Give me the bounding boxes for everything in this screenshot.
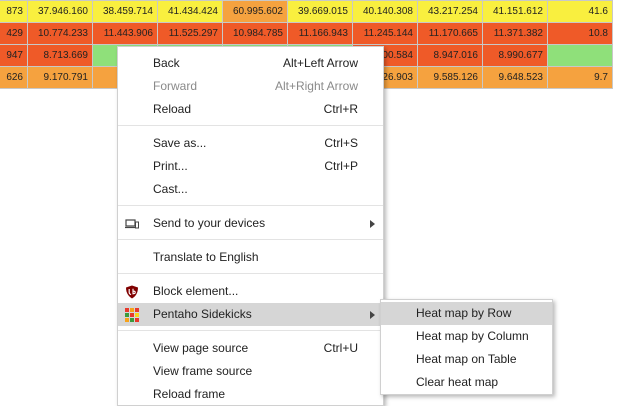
heatmap-cell: 9.648.523 <box>482 66 548 89</box>
heatmap-cell: 11.371.382 <box>482 22 548 45</box>
heatmap-cell: 9.170.791 <box>27 66 93 89</box>
chevron-right-icon <box>370 220 375 228</box>
heatmap-cell <box>547 44 613 67</box>
back-shortcut: Alt+Left Arrow <box>282 56 358 70</box>
heatmap-row: 873 37.946.160 38.459.714 41.434.424 60.995.… <box>0 0 613 23</box>
context-menu: Back Alt+Left Arrow Forward Alt+Right Ar… <box>117 46 384 406</box>
block-element-label: Block element... <box>153 284 239 298</box>
heatmap-row: 429 10.774.233 11.443.906 11.525.297 10.984.… <box>0 22 613 45</box>
heat-map-by-column-label: Heat map by Column <box>416 329 529 343</box>
heatmap-cell: 11.443.906 <box>92 22 158 45</box>
back-menu-item[interactable]: Back Alt+Left Arrow <box>118 52 383 75</box>
heatmap-cell: 626 <box>0 66 28 89</box>
menu-separator <box>118 273 383 274</box>
menu-separator <box>118 239 383 240</box>
translate-label: Translate to English <box>153 250 259 264</box>
heatmap-cell: 41.434.424 <box>157 0 223 23</box>
reload-frame-menu-item[interactable]: Reload frame <box>118 383 383 406</box>
heatmap-cell: 11.525.297 <box>157 22 223 45</box>
menu-separator <box>118 125 383 126</box>
reload-menu-item[interactable]: Reload Ctrl+R <box>118 98 383 121</box>
heat-map-by-column-item[interactable]: Heat map by Column <box>381 325 552 348</box>
forward-label: Forward <box>153 79 198 93</box>
heatmap-cell: 947 <box>0 44 28 67</box>
heatmap-cell: 43.217.254 <box>417 0 483 23</box>
heatmap-cell: 9.7 <box>547 66 613 89</box>
block-element-menu-item[interactable]: Block element... <box>118 280 383 303</box>
heatmap-cell: 11.245.144 <box>352 22 418 45</box>
translate-menu-item[interactable]: Translate to English <box>118 246 383 269</box>
back-label: Back <box>153 56 180 70</box>
heatmap-cell: 873 <box>0 0 28 23</box>
heatmap-cell: 38.459.714 <box>92 0 158 23</box>
send-to-devices-menu-item[interactable]: Send to your devices <box>118 212 383 235</box>
chevron-right-icon <box>370 311 375 319</box>
reload-label: Reload <box>153 102 192 116</box>
save-as-shortcut: Ctrl+S <box>324 136 358 150</box>
heatmap-cell: 40.140.308 <box>352 0 418 23</box>
cast-menu-item[interactable]: Cast... <box>118 178 383 201</box>
view-page-source-shortcut: Ctrl+U <box>323 341 358 355</box>
heat-map-by-row-item[interactable]: Heat map by Row <box>381 302 552 325</box>
save-as-label: Save as... <box>153 136 207 150</box>
heat-map-on-table-item[interactable]: Heat map on Table <box>381 348 552 371</box>
menu-separator <box>118 330 383 331</box>
print-menu-item[interactable]: Print... Ctrl+P <box>118 155 383 178</box>
heatmap-cell: 8.990.677 <box>482 44 548 67</box>
heatmap-cell: 60.995.602 <box>222 0 288 23</box>
devices-icon <box>125 216 139 230</box>
view-page-source-label: View page source <box>153 341 249 355</box>
pentaho-grid-icon <box>125 307 139 322</box>
view-page-source-menu-item[interactable]: View page source Ctrl+U <box>118 337 383 360</box>
clear-heat-map-label: Clear heat map <box>416 375 499 389</box>
heatmap-cell: 8.713.669 <box>27 44 93 67</box>
heatmap-cell: 41.6 <box>547 0 613 23</box>
ublock-shield-icon <box>125 284 139 299</box>
heatmap-cell: 11.166.943 <box>287 22 353 45</box>
save-as-menu-item[interactable]: Save as... Ctrl+S <box>118 132 383 155</box>
print-label: Print... <box>153 159 188 173</box>
heatmap-cell: 10.774.233 <box>27 22 93 45</box>
clear-heat-map-item[interactable]: Clear heat map <box>381 371 552 394</box>
heatmap-cell: 8.947.016 <box>417 44 483 67</box>
heat-map-on-table-label: Heat map on Table <box>416 352 517 366</box>
forward-menu-item[interactable]: Forward Alt+Right Arrow <box>118 75 383 98</box>
heatmap-cell: 10.984.785 <box>222 22 288 45</box>
heat-map-by-row-label: Heat map by Row <box>416 306 512 320</box>
heatmap-cell: 9.585.126 <box>417 66 483 89</box>
heatmap-cell: 11.170.665 <box>417 22 483 45</box>
view-frame-source-menu-item[interactable]: View frame source <box>118 360 383 383</box>
heatmap-cell: 39.669.015 <box>287 0 353 23</box>
heatmap-cell: 37.946.160 <box>27 0 93 23</box>
heatmap-cell: 429 <box>0 22 28 45</box>
pentaho-sidekicks-menu-item[interactable]: Pentaho Sidekicks <box>118 303 383 326</box>
reload-shortcut: Ctrl+R <box>323 102 358 116</box>
heatmap-cell: 41.151.612 <box>482 0 548 23</box>
pentaho-sidekicks-submenu: Heat map by Row Heat map by Column Heat … <box>380 299 553 395</box>
forward-shortcut: Alt+Right Arrow <box>274 79 358 93</box>
cast-label: Cast... <box>153 182 188 196</box>
reload-frame-label: Reload frame <box>153 387 226 401</box>
pentaho-sidekicks-label: Pentaho Sidekicks <box>153 307 252 321</box>
view-frame-source-label: View frame source <box>153 364 253 378</box>
print-shortcut: Ctrl+P <box>324 159 358 173</box>
send-to-devices-label: Send to your devices <box>153 216 266 230</box>
menu-separator <box>118 205 383 206</box>
heatmap-cell: 10.8 <box>547 22 613 45</box>
